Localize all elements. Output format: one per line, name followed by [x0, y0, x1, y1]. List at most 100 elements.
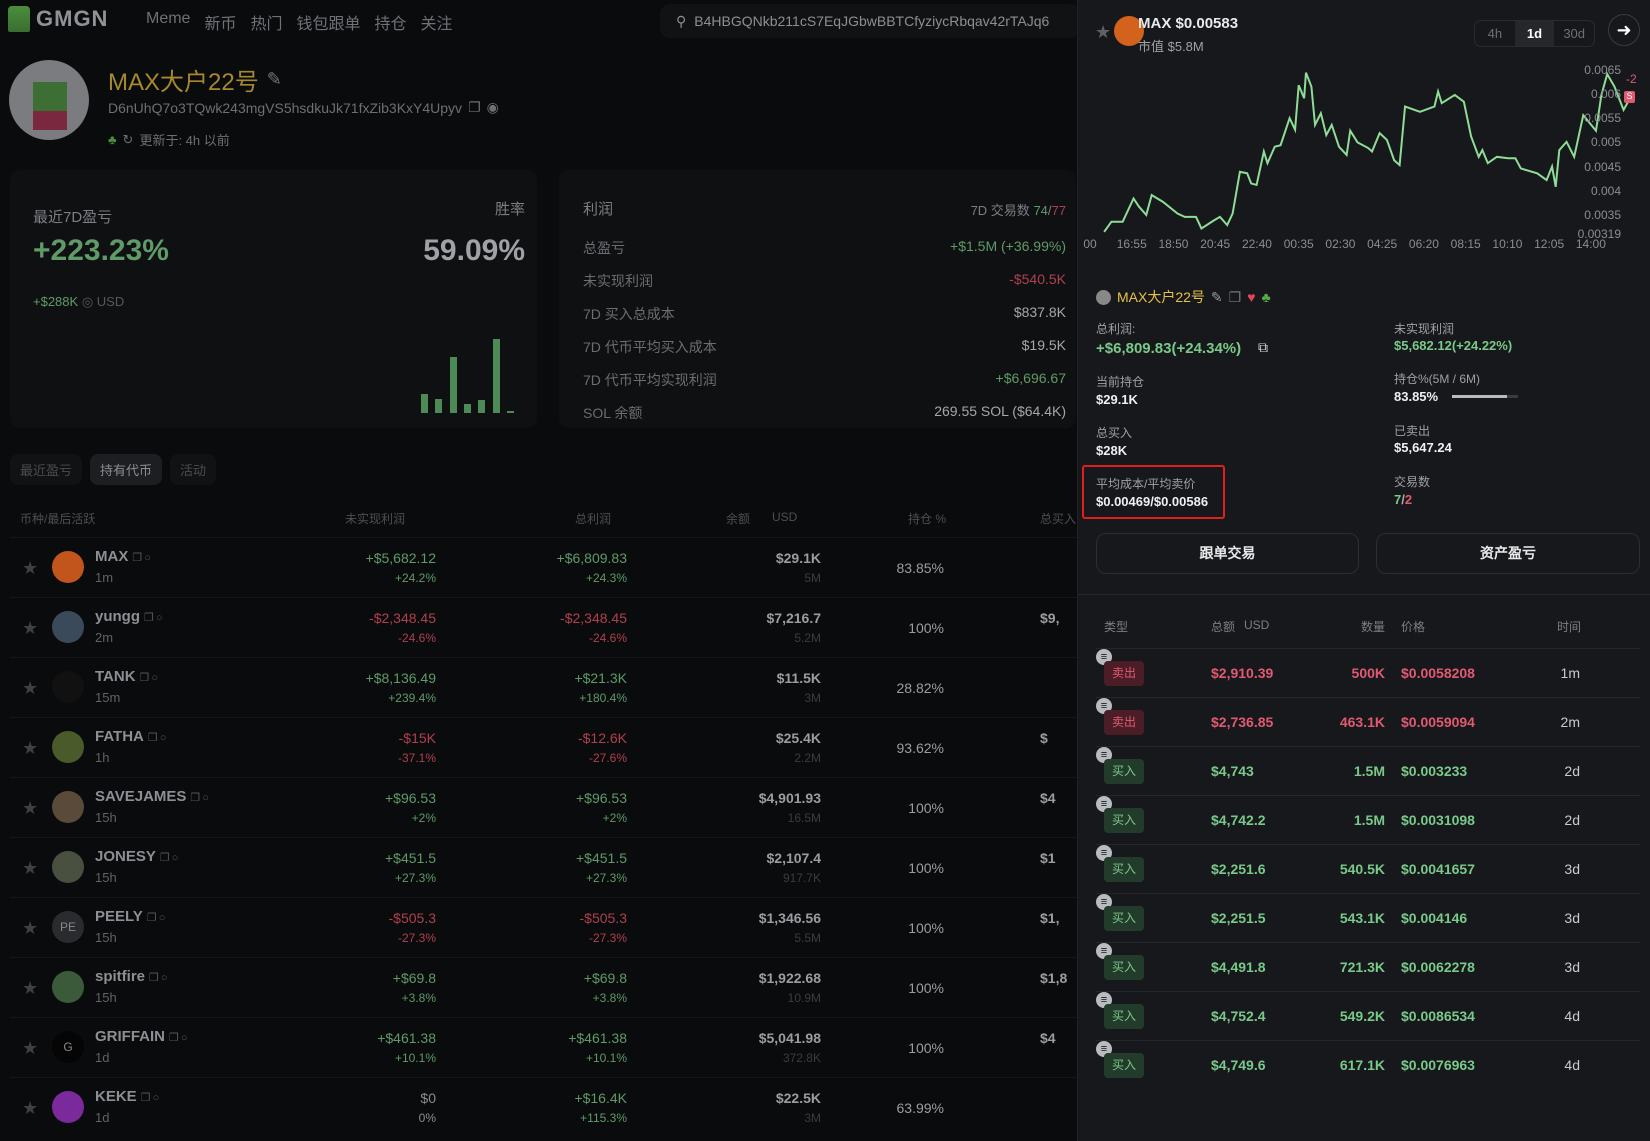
- table-row[interactable]: ★JONESY❐○15h+$451.5+27.3%+$451.5+27.3%$2…: [10, 837, 1080, 897]
- copy-trade-button[interactable]: 跟单交易: [1096, 533, 1359, 574]
- asset-pnl-button[interactable]: 资产盈亏: [1376, 533, 1640, 574]
- copy-icon[interactable]: ❐: [169, 1032, 179, 1044]
- search-icon[interactable]: ○: [159, 912, 166, 924]
- trade-total: $2,736.85: [1211, 714, 1273, 730]
- copy-icon[interactable]: ❐: [149, 972, 159, 984]
- trade-row[interactable]: 买入$4,7431.5M$0.0032332d≡: [1096, 746, 1640, 795]
- pnl-bar: [464, 404, 471, 413]
- trade-qty: 463.1K: [1340, 714, 1385, 730]
- token-name[interactable]: KEKE❐○: [95, 1088, 159, 1105]
- favorite-star-icon[interactable]: ★: [22, 858, 38, 879]
- copy-icon[interactable]: ❐: [147, 912, 157, 924]
- search-icon[interactable]: ○: [144, 552, 151, 564]
- profit-row-value: $837.8K: [1014, 304, 1066, 324]
- token-avatar: [52, 671, 84, 703]
- trade-total: $4,749.6: [1211, 1057, 1266, 1073]
- edit-icon[interactable]: ✎: [1211, 289, 1223, 306]
- token-name[interactable]: SAVEJAMES❐○: [95, 788, 209, 805]
- col-unrealized[interactable]: 未实现利润: [345, 510, 405, 527]
- cell-total: +$96.53: [576, 790, 627, 806]
- col-hold-pct[interactable]: 持仓 %: [908, 510, 946, 527]
- token-name[interactable]: PEELY❐○: [95, 908, 165, 925]
- search-icon[interactable]: ○: [153, 1092, 160, 1104]
- external-link-icon[interactable]: ⧉: [1258, 339, 1268, 356]
- search-icon[interactable]: ○: [202, 792, 209, 804]
- cell-qty: 917.7K: [783, 871, 821, 885]
- table-row[interactable]: ★KEKE❐○1d$00%+$16.4K+115.3%$22.5K3M63.99…: [10, 1077, 1080, 1137]
- favorite-star-icon[interactable]: ★: [22, 558, 38, 579]
- trade-time: 3d: [1564, 959, 1580, 975]
- heart-icon[interactable]: ♥: [1247, 289, 1255, 305]
- copy-icon[interactable]: ❐: [144, 612, 154, 624]
- favorite-star-icon[interactable]: ★: [22, 978, 38, 999]
- favorite-star-icon[interactable]: ★: [22, 918, 38, 939]
- search-icon[interactable]: ○: [160, 732, 167, 744]
- token-name[interactable]: FATHA❐○: [95, 728, 166, 745]
- trade-row[interactable]: 卖出$2,910.39500K$0.00582081m≡: [1096, 648, 1640, 697]
- profit-row: 7D 代币平均买入成本$19.5K: [583, 337, 1066, 357]
- copy-icon[interactable]: ❐: [132, 552, 142, 564]
- col-usd-toggle[interactable]: USD: [1244, 618, 1269, 632]
- trade-row[interactable]: 卖出$2,736.85463.1K$0.00590942m≡: [1096, 697, 1640, 746]
- token-name[interactable]: TANK❐○: [95, 668, 158, 685]
- token-name[interactable]: MAX❐○: [95, 548, 151, 565]
- table-row[interactable]: ★spitfire❐○15h+$69.8+3.8%+$69.8+3.8%$1,9…: [10, 957, 1080, 1017]
- table-row[interactable]: ★PEPEELY❐○15h-$505.3-27.3%-$505.3-27.3%$…: [10, 897, 1080, 957]
- trade-total: $4,491.8: [1211, 959, 1266, 975]
- col-total-buy[interactable]: 总买入: [1040, 510, 1076, 527]
- trade-price: $0.0058208: [1401, 665, 1475, 681]
- pnl-unit[interactable]: USD: [97, 294, 124, 309]
- copy-icon[interactable]: ❐: [148, 732, 158, 744]
- price-chart[interactable]: [0, 0, 1650, 260]
- table-row[interactable]: ★MAX❐○1m+$5,682.12+24.2%+$6,809.83+24.3%…: [10, 537, 1080, 597]
- copy-icon[interactable]: ❐: [160, 852, 170, 864]
- token-name[interactable]: JONESY❐○: [95, 848, 178, 865]
- trade-qty: 1.5M: [1354, 763, 1385, 779]
- cell-qty: 5.5M: [794, 931, 821, 945]
- tab-holdings[interactable]: 持有代币: [90, 454, 162, 485]
- search-icon[interactable]: ○: [151, 672, 158, 684]
- col-balance[interactable]: 余额: [726, 510, 750, 527]
- token-name[interactable]: yungg❐○: [95, 608, 163, 625]
- trade-row[interactable]: 买入$4,749.6617.1K$0.00769634d≡: [1096, 1040, 1640, 1089]
- sell-marker[interactable]: S: [1624, 91, 1635, 103]
- tab-recent-pnl[interactable]: 最近盈亏: [10, 454, 82, 485]
- trade-row[interactable]: 买入$4,491.8721.3K$0.00622783d≡: [1096, 942, 1640, 991]
- trade-row[interactable]: 买入$4,742.21.5M$0.00310982d≡: [1096, 795, 1640, 844]
- cell-qty: 16.5M: [788, 811, 821, 825]
- table-row[interactable]: ★GGRIFFAIN❐○1d+$461.38+10.1%+$461.38+10.…: [10, 1017, 1080, 1077]
- favorite-star-icon[interactable]: ★: [22, 1038, 38, 1059]
- x-tick-label: 10:10: [1492, 237, 1522, 251]
- favorite-star-icon[interactable]: ★: [22, 1098, 38, 1119]
- copy-icon[interactable]: ❐: [190, 792, 200, 804]
- trade-row[interactable]: 买入$2,251.5543.1K$0.0041463d≡: [1096, 893, 1640, 942]
- trade-row[interactable]: 买入$2,251.6540.5K$0.00416573d≡: [1096, 844, 1640, 893]
- y-tick-label: 0.0065: [1584, 63, 1621, 77]
- search-icon[interactable]: ○: [181, 1032, 188, 1044]
- table-row[interactable]: ★SAVEJAMES❐○15h+$96.53+2%+$96.53+2%$4,90…: [10, 777, 1080, 837]
- search-icon[interactable]: ○: [156, 612, 163, 624]
- copy-icon[interactable]: ❐: [140, 672, 150, 684]
- copy-icon[interactable]: ❐: [1229, 289, 1242, 306]
- token-name[interactable]: GRIFFAIN❐○: [95, 1028, 188, 1045]
- trade-row[interactable]: 买入$4,752.4549.2K$0.00865344d≡: [1096, 991, 1640, 1040]
- favorite-star-icon[interactable]: ★: [22, 738, 38, 759]
- table-row[interactable]: ★FATHA❐○1h-$15K-37.1%-$12.6K-27.6%$25.4K…: [10, 717, 1080, 777]
- favorite-star-icon[interactable]: ★: [22, 618, 38, 639]
- copy-icon[interactable]: ❐: [141, 1092, 151, 1104]
- usd-toggle-icon[interactable]: ◎: [82, 294, 93, 309]
- trade-type-badge: 买入: [1104, 955, 1144, 980]
- table-row[interactable]: ★TANK❐○15m+$8,136.49+239.4%+$21.3K+180.4…: [10, 657, 1080, 717]
- tab-activity[interactable]: 活动: [170, 454, 216, 485]
- favorite-star-icon[interactable]: ★: [22, 798, 38, 819]
- col-usd-toggle[interactable]: USD: [772, 510, 797, 524]
- favorite-star-icon[interactable]: ★: [22, 678, 38, 699]
- search-icon[interactable]: ○: [172, 852, 179, 864]
- table-row[interactable]: ★yungg❐○2m-$2,348.45-24.6%-$2,348.45-24.…: [10, 597, 1080, 657]
- col-token-last-active[interactable]: 币种/最后活跃: [20, 510, 95, 527]
- cell-qty: 372.8K: [783, 1051, 821, 1065]
- token-name[interactable]: spitfire❐○: [95, 968, 168, 985]
- col-total-profit[interactable]: 总利润: [575, 510, 611, 527]
- search-icon[interactable]: ○: [161, 972, 168, 984]
- trade-price: $0.0031098: [1401, 812, 1475, 828]
